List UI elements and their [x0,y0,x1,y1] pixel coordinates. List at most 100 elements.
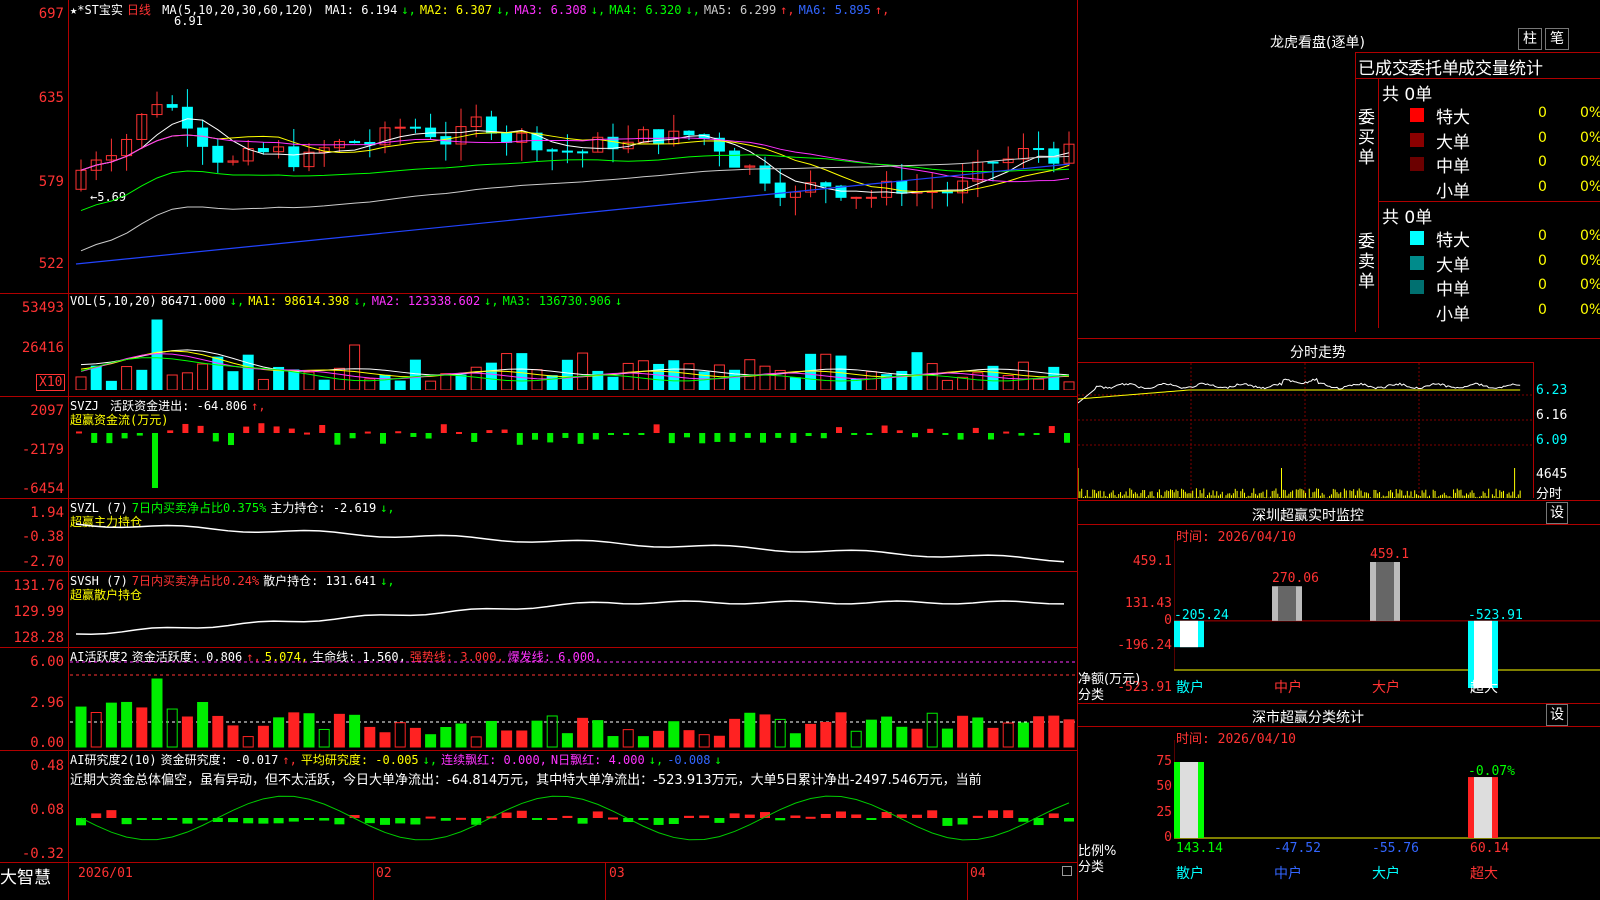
candle [546,149,558,152]
flow-bar [395,431,402,434]
flow-bar [775,433,782,438]
ai-research-chart[interactable] [70,788,1076,858]
lock-icon[interactable] [1062,866,1072,876]
research-bar [1064,818,1074,822]
sz-monitor-chart[interactable]: -205.24 散户 270.06 中户 459.1 大户 -523.91 超大 [1174,540,1600,720]
svsh-axis-label: 131.76 [13,578,64,594]
flow-bar [425,433,432,439]
activity-bar [288,712,300,748]
flow-bar [972,427,979,433]
activity-bar [75,706,87,748]
category-label: 散户 [1176,865,1204,882]
fenshi-price-label: 6.23 [1536,383,1568,398]
row-percent: 0% [1580,301,1600,318]
tick-view-button[interactable]: 笔 [1545,28,1569,50]
sz-class-chart[interactable]: 143.14 散户 -47.52 中户 -55.76 大户 60.14 -0.07% 超大 [1174,740,1600,900]
flow-bar [106,433,113,444]
ai-active-chart[interactable] [70,657,1076,749]
price-axis-label: 579 [38,174,64,190]
research-bar [425,816,436,819]
candle [729,150,741,168]
research-bar [319,818,330,821]
volume-bar [227,371,239,390]
row-count: 0 [1538,129,1547,146]
flow-bar [836,427,842,433]
activity-bar [409,727,421,748]
tab-volume-stats[interactable]: 成交量统计 [1458,54,1543,79]
research-bar [395,818,406,824]
sell-row: 特大 0 0% [1410,226,1600,251]
svzl-chart[interactable] [70,504,1076,570]
sell-total: 共 0单 [1382,208,1433,228]
activity-bar [166,708,178,748]
volume-bar [455,374,467,390]
activity-bar [379,732,391,748]
research-bar [912,814,922,818]
flow-bar [638,433,645,435]
research-bar [836,811,846,818]
flow-bar [729,433,736,442]
buy-row: 中单 0 0% [1410,152,1600,177]
row-percent: 0% [1580,154,1600,170]
buy-row: 小单 0 0% [1410,177,1600,202]
candle [166,104,178,108]
bar-1 [1272,586,1302,621]
tab-executed[interactable]: 已成交 [1358,54,1409,79]
row-label: 特大 [1436,231,1470,251]
sz-monitor-settings-button[interactable]: 设 [1546,502,1568,524]
net-bar-highlight [1278,586,1296,621]
research-bar [501,812,512,818]
activity-bar [333,713,345,748]
brand-logo: 大智慧 [0,868,51,888]
category-label: 中户 [1274,679,1302,696]
candle [683,130,695,136]
bar-view-button[interactable]: 柱 [1518,28,1542,50]
row-count: 0 [1538,105,1547,121]
volume-bar [516,353,528,390]
volume-bar [121,366,133,390]
flow-bar [258,423,265,433]
volume-bar [957,376,969,390]
volume-chart[interactable] [70,310,1076,390]
activity-bar [789,733,801,748]
candle [288,146,300,168]
flow-bar [243,426,250,433]
volume-bar [1048,366,1060,390]
candlestick-chart[interactable] [70,4,1076,294]
activity-bar [729,718,741,748]
flow-bar [988,433,994,440]
fenshi-chart[interactable] [1078,363,1533,498]
sz-class-settings-button[interactable]: 设 [1546,704,1568,726]
flow-bar [197,425,204,433]
row-percent: 0% [1580,105,1600,121]
flow-bar [501,429,508,433]
activity-bar [713,735,725,748]
price-axis-label: 522 [38,256,64,272]
svsh-axis-label: 129.99 [13,604,64,620]
volume-bar [242,354,254,390]
flow-bar [91,433,98,443]
row-label: 小单 [1436,181,1470,202]
research-bar [1003,810,1014,818]
activity-bar [364,726,376,748]
activity-bar [470,736,482,748]
bar-3 [1468,620,1498,688]
flow-bar [349,433,356,439]
svsh-chart[interactable] [70,584,1076,644]
activity-bar [881,716,893,748]
activity-bar [90,712,102,748]
flow-bar [334,433,341,445]
candle [577,151,589,154]
flow-bar [562,433,569,438]
buy-side-label: 委买单 [1358,108,1375,168]
bar-value-label: -47.52 [1274,841,1321,856]
svzj-chart[interactable] [70,405,1076,495]
svzj-axis-label: -6454 [21,481,64,497]
color-swatch [1410,255,1424,270]
tab-orders[interactable]: 委托单 [1408,54,1459,79]
volume-bar [379,374,391,390]
research-bar [608,817,618,820]
price-axis-label: 635 [38,90,64,106]
flow-bar [121,433,128,439]
ai-research-comment: 近期大资金总体偏空，虽有异动，但不太活跃，今日大单净流出：-64.814万元，其… [70,773,982,788]
